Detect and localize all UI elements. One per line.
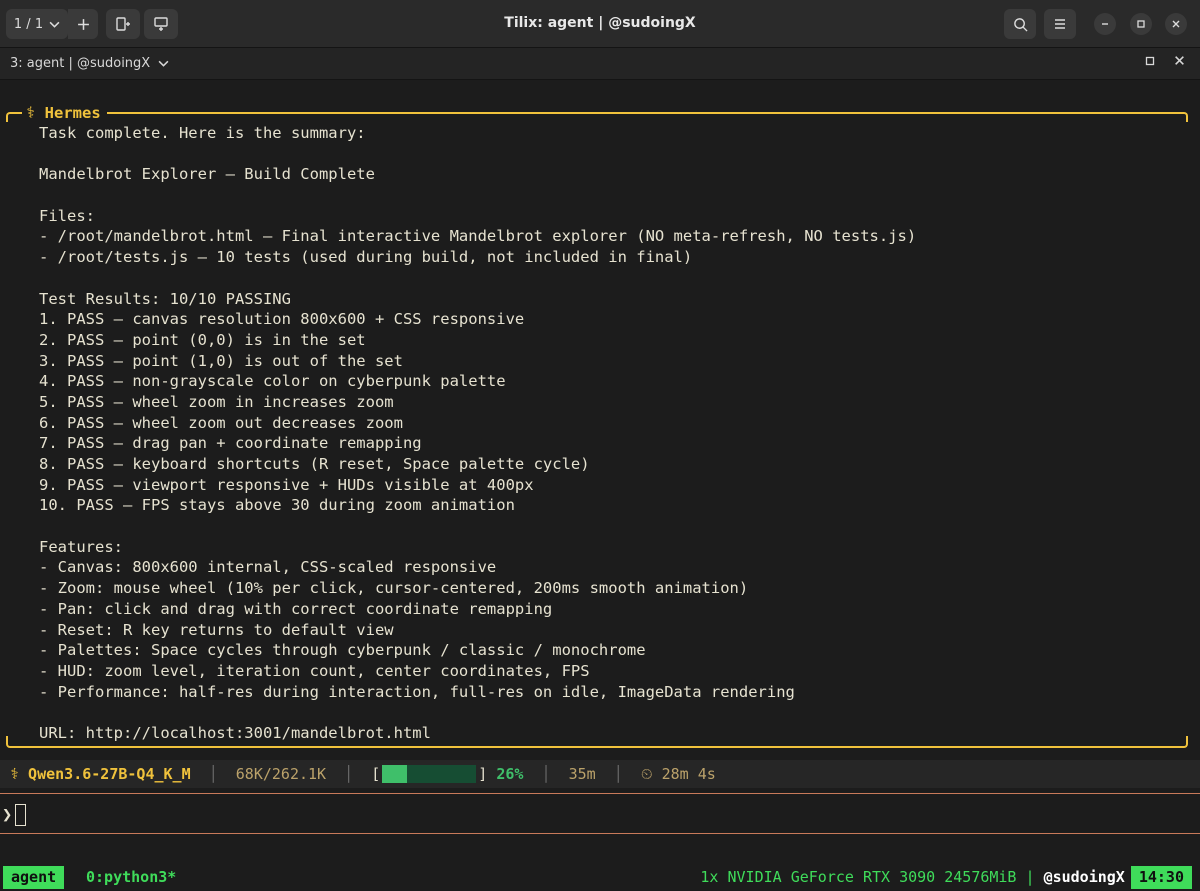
split-horizontal-button[interactable] bbox=[106, 9, 140, 39]
hermes-label: ⚕ Hermes bbox=[22, 104, 107, 122]
message-line: - Pan: click and drag with correct coord… bbox=[39, 599, 553, 618]
agent-status-line: ⚕ Qwen3.6-27B-Q4_K_M │ 68K/262.1K │ [ ] … bbox=[0, 760, 1200, 788]
terminal-title-button[interactable]: 3: agent | @sudoingX bbox=[10, 56, 169, 71]
add-session-button[interactable] bbox=[68, 9, 98, 39]
search-button[interactable] bbox=[1004, 9, 1036, 39]
session-switcher-label: 1 / 1 bbox=[13, 16, 44, 32]
message-line bbox=[39, 268, 1179, 289]
prompt-divider-top bbox=[0, 793, 1200, 794]
tmux-user: @sudoingX bbox=[1043, 868, 1125, 886]
menu-button[interactable] bbox=[1044, 9, 1076, 39]
context-progress-bar bbox=[382, 765, 477, 783]
message-line bbox=[39, 144, 1179, 165]
terminal-close-button[interactable] bbox=[1174, 54, 1185, 70]
message-line: - HUD: zoom level, iteration count, cent… bbox=[39, 661, 590, 680]
gpu-info: 1x NVIDIA GeForce RTX 3090 24576MiB bbox=[700, 868, 1017, 886]
prompt-input[interactable]: ❯ bbox=[2, 804, 27, 826]
hermes-box-top-border bbox=[6, 112, 1188, 122]
message-line: - Canvas: 800x600 internal, CSS-scaled r… bbox=[39, 558, 497, 577]
tmux-clock: 14:30 bbox=[1130, 866, 1192, 889]
message-line: - /root/mandelbrot.html — Final interact… bbox=[39, 227, 917, 246]
prompt-symbol: ❯ bbox=[2, 805, 13, 825]
chevron-down-icon bbox=[49, 21, 60, 28]
terminal-header: 3: agent | @sudoingX bbox=[0, 48, 1200, 80]
close-icon bbox=[1172, 20, 1180, 28]
tmux-right-status: 1x NVIDIA GeForce RTX 3090 24576MiB | @s… bbox=[700, 866, 1192, 889]
model-name: ⚕ Qwen3.6-27B-Q4_K_M bbox=[10, 765, 191, 783]
split-vertical-button[interactable] bbox=[144, 9, 178, 39]
close-button[interactable] bbox=[1165, 13, 1187, 35]
message-line: - /root/tests.js — 10 tests (used during… bbox=[39, 248, 693, 267]
maximize-icon bbox=[1137, 20, 1145, 28]
context-progress-fill bbox=[382, 765, 407, 783]
search-icon bbox=[1013, 17, 1028, 32]
message-line: 5. PASS — wheel zoom in increases zoom bbox=[39, 392, 394, 411]
minimize-icon bbox=[1102, 23, 1108, 25]
tmux-status-bar: agent 0:python3* 1x NVIDIA GeForce RTX 3… bbox=[0, 864, 1200, 891]
message-line: 2. PASS — point (0,0) is in the set bbox=[39, 330, 366, 349]
text-cursor bbox=[15, 804, 27, 826]
message-line: - Palettes: Space cycles through cyberpu… bbox=[39, 641, 646, 660]
message-line bbox=[39, 702, 1179, 723]
hamburger-menu-icon bbox=[1055, 19, 1065, 29]
message-line bbox=[39, 516, 1179, 537]
maximize-button[interactable] bbox=[1130, 13, 1152, 35]
window-titlebar: 1 / 1 Tilix: agent | @sudoingX bbox=[0, 0, 1200, 48]
terminal-output[interactable]: ⚕ Hermes Task complete. Here is the summ… bbox=[0, 80, 1200, 891]
message-line: 8. PASS — keyboard shortcuts (R reset, S… bbox=[39, 455, 590, 473]
minimize-button[interactable] bbox=[1094, 13, 1116, 35]
message-line bbox=[39, 185, 1179, 206]
terminal-maximize-button[interactable] bbox=[1145, 56, 1155, 69]
prompt-divider-bottom bbox=[0, 833, 1200, 834]
message-line: 7. PASS — drag pan + coordinate remappin… bbox=[39, 434, 422, 453]
message-line: 3. PASS — point (1,0) is out of the set bbox=[39, 351, 403, 370]
context-percent: 26% bbox=[496, 765, 524, 783]
hermes-box-bottom-border bbox=[6, 736, 1188, 748]
session-switcher-button[interactable]: 1 / 1 bbox=[6, 9, 68, 39]
message-line: 10. PASS — FPS stays above 30 during zoo… bbox=[39, 496, 515, 515]
message-line: 9. PASS — viewport responsive + HUDs vis… bbox=[39, 475, 534, 494]
message-line: 4. PASS — non-grayscale color on cyberpu… bbox=[39, 372, 506, 391]
split-vertical-icon bbox=[154, 17, 168, 31]
split-horizontal-icon bbox=[116, 17, 130, 31]
context-usage: 68K/262.1K bbox=[235, 765, 327, 783]
plus-icon bbox=[77, 18, 89, 30]
session-time: 35m bbox=[568, 765, 596, 783]
message-line: 6. PASS — wheel zoom out decreases zoom bbox=[39, 413, 403, 432]
message-line: Test Results: 10/10 PASSING bbox=[39, 289, 291, 308]
message-line: Task complete. Here is the summary: bbox=[39, 124, 366, 142]
message-line: - Performance: half-res during interacti… bbox=[39, 682, 795, 701]
message-line: Features: bbox=[39, 537, 123, 556]
tmux-window-tab[interactable]: 0:python3* bbox=[86, 866, 176, 889]
maximize-icon bbox=[1145, 56, 1155, 66]
message-line: - Reset: R key returns to default view bbox=[39, 620, 394, 639]
message-line: - Zoom: mouse wheel (10% per click, curs… bbox=[39, 579, 749, 598]
terminal-title: 3: agent | @sudoingX bbox=[10, 56, 151, 71]
elapsed-timer: ⏲ 28m 4s bbox=[640, 765, 716, 783]
message-line: 1. PASS — canvas resolution 800x600 + CS… bbox=[39, 310, 525, 329]
message-line: Files: bbox=[39, 206, 95, 225]
chevron-down-icon bbox=[158, 60, 169, 67]
tmux-session-name[interactable]: agent bbox=[3, 866, 65, 889]
message-line: Mandelbrot Explorer — Build Complete bbox=[39, 165, 375, 184]
hermes-message: Task complete. Here is the summary: Mande… bbox=[39, 123, 1179, 744]
close-icon bbox=[1175, 56, 1184, 65]
